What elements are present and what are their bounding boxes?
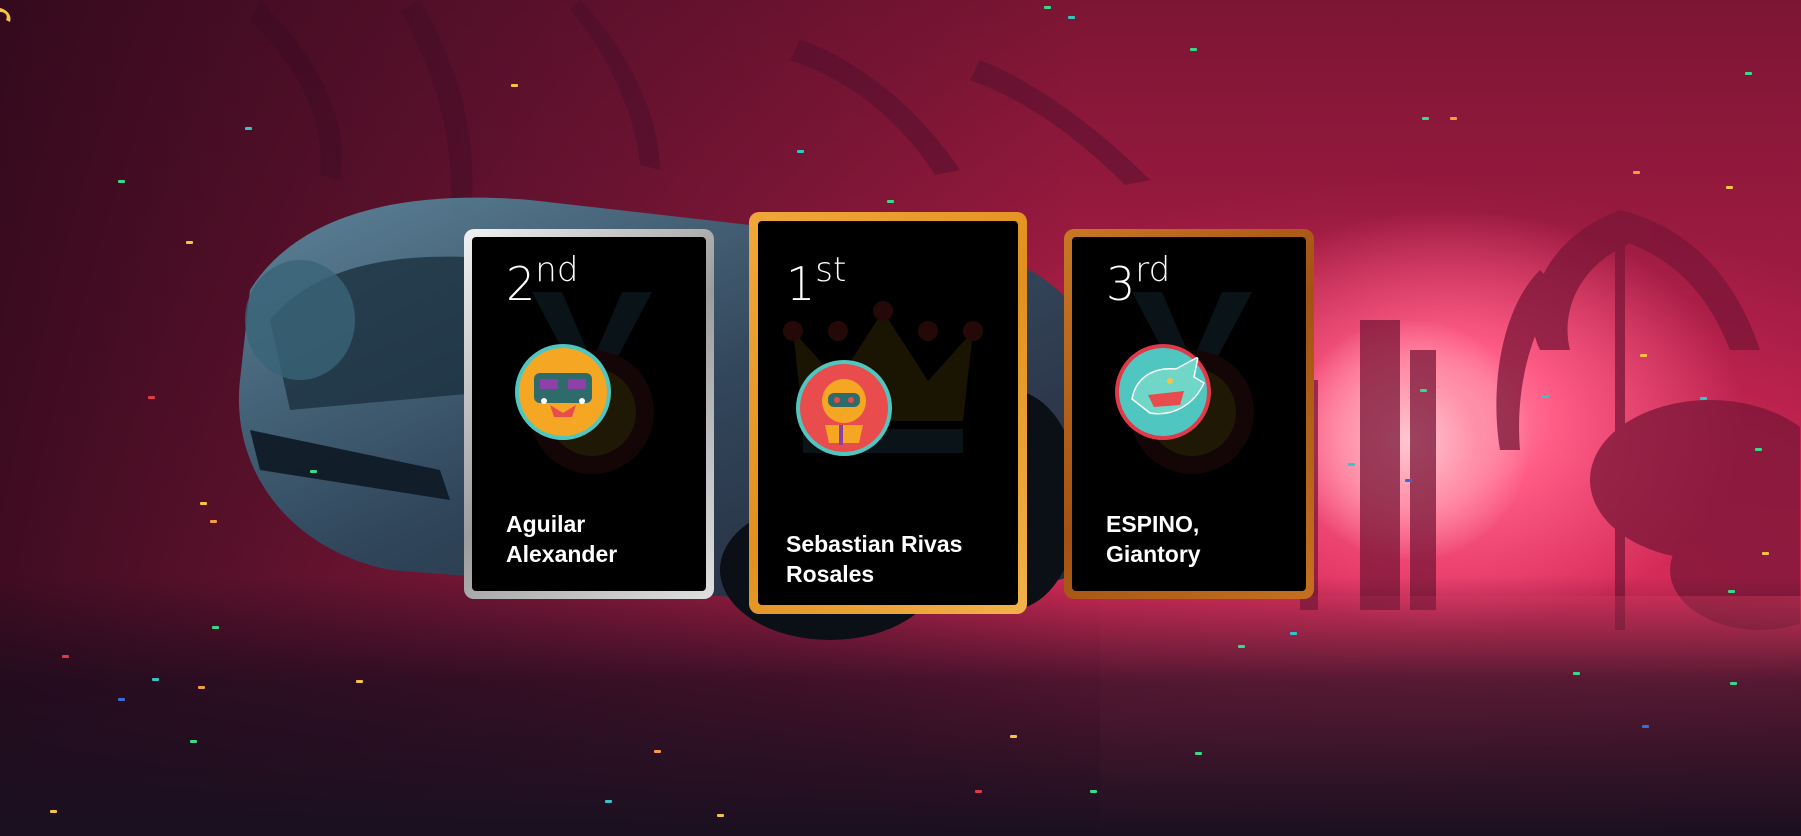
player-name: Sebastian Rivas Rosales [786, 531, 963, 587]
card-body: 1st Sebastian Rivas Rosales [758, 221, 1018, 605]
rank-label: 3rd [1106, 250, 1171, 311]
leaderboard-podium: 2nd Aguilar Alexander 1st Sebastian Riva… [0, 0, 1801, 836]
card-body: 3rd ESPINO, Giantory [1072, 237, 1306, 591]
rank-label: 2nd [506, 250, 579, 311]
card-body: 2nd Aguilar Alexander [472, 237, 706, 591]
rank-label: 1st [786, 250, 847, 311]
podium-card-third[interactable]: 3rd ESPINO, Giantory [1064, 229, 1314, 599]
player-avatar[interactable] [795, 359, 893, 457]
player-avatar[interactable] [514, 343, 612, 441]
podium-card-first[interactable]: 1st Sebastian Rivas Rosales [749, 212, 1027, 614]
podium-card-second[interactable]: 2nd Aguilar Alexander [464, 229, 714, 599]
player-name: ESPINO, Giantory [1106, 511, 1201, 567]
player-avatar[interactable] [1114, 343, 1212, 441]
player-name: Aguilar Alexander [506, 511, 618, 567]
